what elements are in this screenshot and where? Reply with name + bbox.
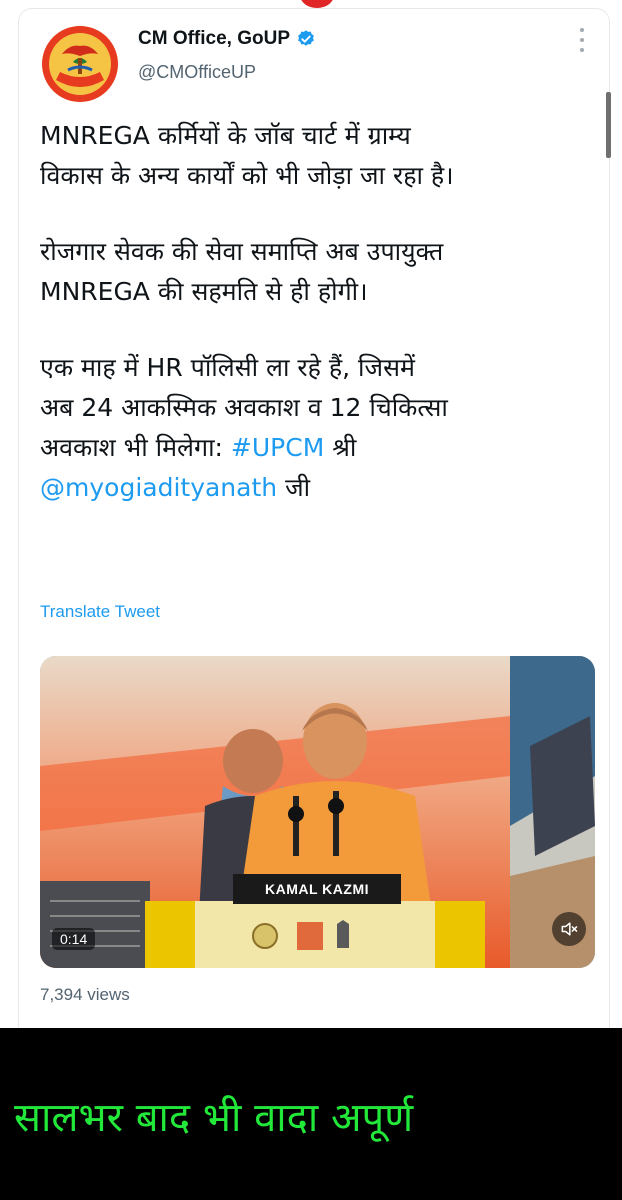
tweet-card: CM Office, GoUP @CMOfficeUP MNREGA कर्मि…	[0, 0, 622, 1028]
red-marker-decoration	[300, 0, 334, 8]
mention-link[interactable]: @myogiadityanath	[40, 473, 277, 502]
up-emblem-logo	[42, 26, 118, 102]
tweet-line: MNREGA कर्मियों के जॉब चार्ट में ग्राम्य	[40, 121, 411, 150]
tweet-line-text: जी	[277, 473, 311, 502]
podium-sign: KAMAL KAZMI	[233, 874, 401, 904]
tweet-line-text: श्री	[324, 433, 357, 462]
scrollbar[interactable]	[606, 92, 611, 158]
video-player[interactable]: KAMAL KAZMI 0:14	[40, 656, 595, 968]
avatar[interactable]	[40, 24, 120, 104]
tweet-line: अवकाश भी मिलेगा: #UPCM श्री	[40, 428, 580, 468]
author-handle[interactable]: @CMOfficeUP	[138, 62, 256, 83]
more-options-icon[interactable]	[576, 28, 588, 52]
mute-icon	[561, 922, 578, 936]
tweet-line: विकास के अन्य कार्यों को भी जोड़ा जा रहा…	[40, 161, 454, 190]
tweet-line: एक माह में HR पॉलिसी ला रहे हैं, जिसमें	[40, 353, 415, 382]
overlay-caption: सालभर बाद भी वादा अपूर्ण	[14, 1095, 414, 1141]
tweet-line-text: अवकाश भी मिलेगा:	[40, 433, 231, 462]
tweet-line: रोजगार सेवक की सेवा समाप्ति अब उपायुक्त	[40, 237, 444, 266]
translate-tweet-link[interactable]: Translate Tweet	[40, 602, 160, 622]
tweet-line: @myogiadityanath जी	[40, 468, 580, 508]
verified-badge-icon	[298, 30, 314, 46]
tweet-text: MNREGA कर्मियों के जॉब चार्ट में ग्राम्य…	[40, 116, 580, 508]
video-thumbnail	[40, 656, 510, 968]
author-name[interactable]: CM Office, GoUP	[138, 28, 290, 50]
mute-button[interactable]	[552, 912, 586, 946]
hashtag-link[interactable]: #UPCM	[231, 433, 324, 462]
tweet-line: MNREGA की सहमति से ही होगी।	[40, 277, 368, 306]
author-name-row[interactable]: CM Office, GoUP	[138, 28, 316, 50]
view-count: 7,394 views	[40, 985, 130, 1004]
tweet-line: अब 24 आकस्मिक अवकाश व 12 चिकित्सा	[40, 393, 448, 422]
video-duration: 0:14	[52, 928, 96, 950]
